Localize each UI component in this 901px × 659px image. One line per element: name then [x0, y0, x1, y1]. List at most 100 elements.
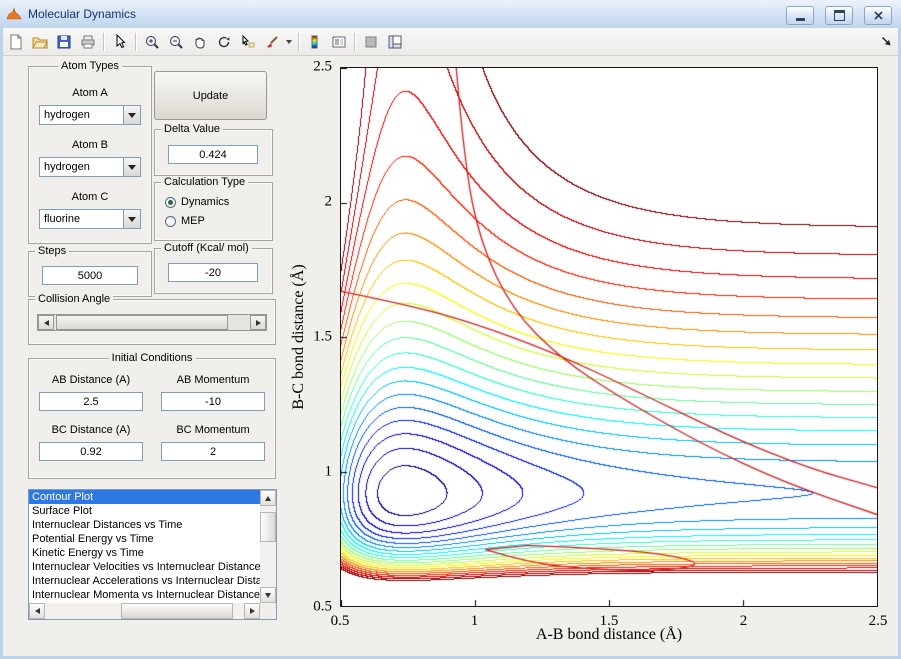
window-title: Molecular Dynamics [28, 7, 136, 21]
list-item[interactable]: Internuclear Distances vs Time [29, 518, 260, 532]
scroll-up-button[interactable] [260, 490, 276, 506]
initial-conditions-group: Initial Conditions AB Distance (A) AB Mo… [28, 358, 276, 479]
insert-legend-button[interactable] [327, 30, 350, 53]
list-item[interactable]: Surface Plot [29, 504, 260, 518]
ab-distance-field[interactable] [39, 392, 143, 411]
arrow-left-icon [44, 320, 49, 326]
chevron-down-icon [286, 40, 292, 44]
cutoff-group: Cutoff (Kcal/ mol) [154, 248, 273, 294]
toolbar-separator [354, 33, 355, 51]
calculation-type-title: Calculation Type [161, 176, 248, 188]
horizontal-scrollbar[interactable] [29, 603, 260, 619]
close-button[interactable] [864, 6, 892, 25]
app-window: Molecular Dynamics [0, 0, 901, 659]
plot-type-listbox[interactable]: Contour PlotSurface PlotInternuclear Dis… [28, 489, 277, 620]
vertical-scrollbar-thumb[interactable] [260, 512, 276, 542]
slider-left-button[interactable] [38, 315, 54, 330]
rotate-icon [216, 34, 232, 50]
colorbar-icon [307, 34, 323, 50]
slider-right-button[interactable] [250, 315, 266, 330]
dock-arrow-icon [881, 36, 892, 47]
mep-radio[interactable]: MEP [165, 215, 205, 227]
bc-distance-field[interactable] [39, 442, 143, 461]
atom-c-dropdown[interactable]: fluorine [39, 209, 141, 229]
update-button[interactable]: Update [154, 71, 267, 120]
atom-types-title: Atom Types [58, 60, 122, 72]
brush-button[interactable] [260, 30, 283, 53]
insert-colorbar-button[interactable] [303, 30, 326, 53]
arrow-up-icon [265, 496, 271, 501]
plot-tools-icon [387, 34, 403, 50]
dock-figure-button[interactable] [878, 33, 894, 49]
horizontal-scrollbar-thumb[interactable] [121, 603, 233, 619]
list-item[interactable]: Potential Energy vs Time [29, 532, 260, 546]
scroll-right-button[interactable] [244, 603, 260, 619]
maximize-button[interactable] [825, 6, 853, 25]
matlab-icon [6, 6, 22, 22]
collision-angle-slider[interactable] [37, 314, 267, 331]
new-file-button[interactable] [4, 30, 27, 53]
dynamics-radio[interactable]: Dynamics [165, 196, 229, 208]
minimize-button[interactable] [786, 6, 814, 25]
arrow-right-icon [250, 608, 255, 614]
x-tick-label: 1.5 [600, 613, 619, 630]
close-icon [874, 11, 883, 20]
steps-field[interactable] [42, 266, 138, 285]
slider-thumb[interactable] [56, 315, 228, 330]
list-item[interactable]: Contour Plot [29, 490, 260, 504]
list-item[interactable]: Internuclear Accelerations vs Internucle… [29, 574, 260, 588]
arrow-down-icon [265, 593, 271, 598]
arrow-left-icon [35, 608, 40, 614]
atom-b-dropdown[interactable]: hydrogen [39, 157, 141, 177]
atom-a-label: Atom A [29, 87, 151, 99]
zoom-out-icon [168, 34, 184, 50]
initial-conditions-title: Initial Conditions [109, 352, 196, 364]
atom-a-dropdown[interactable]: hydrogen [39, 105, 141, 125]
zoom-out-button[interactable] [164, 30, 187, 53]
y-tick-label: 2.5 [313, 59, 332, 76]
plot-tools-button[interactable] [383, 30, 406, 53]
zoom-in-button[interactable] [140, 30, 163, 53]
y-tick-label: 0.5 [313, 599, 332, 616]
scroll-down-button[interactable] [260, 587, 276, 603]
pointer-tool-button[interactable] [108, 30, 131, 53]
data-cursor-icon [240, 34, 256, 50]
rotate-3d-button[interactable] [212, 30, 235, 53]
list-item[interactable]: Internuclear Momenta vs Internuclear Dis… [29, 588, 260, 602]
brush-dropdown-arrow[interactable] [284, 30, 294, 53]
open-folder-icon [32, 34, 48, 50]
maximize-icon [834, 10, 845, 21]
y-axis-label: B-C bond distance (Å) [290, 264, 308, 409]
toolbar [0, 28, 901, 56]
x-tick-label: 1 [471, 613, 479, 630]
scrollbar-corner [260, 603, 276, 619]
chevron-down-icon [128, 113, 136, 118]
mep-radio-label: MEP [181, 215, 205, 227]
dropdown-button [123, 158, 140, 176]
x-tick-label: 2.5 [869, 613, 888, 630]
save-button[interactable] [52, 30, 75, 53]
zoom-in-icon [144, 34, 160, 50]
hide-plot-tools-button[interactable] [359, 30, 382, 53]
list-item[interactable]: Kinetic Energy vs Time [29, 546, 260, 560]
bc-momentum-field[interactable] [161, 442, 265, 461]
cutoff-field[interactable] [168, 263, 258, 282]
hide-plot-tools-icon [363, 34, 379, 50]
open-file-button[interactable] [28, 30, 51, 53]
toolbar-separator [135, 33, 136, 51]
print-button[interactable] [76, 30, 99, 53]
delta-value-title: Delta Value [161, 123, 223, 135]
contour-plot-canvas[interactable] [341, 68, 877, 606]
delta-value-field[interactable] [168, 145, 258, 164]
pan-button[interactable] [188, 30, 211, 53]
atom-c-label: Atom C [29, 191, 151, 203]
window-border [0, 28, 3, 659]
window-controls [786, 6, 892, 25]
scroll-left-button[interactable] [29, 603, 45, 619]
data-cursor-button[interactable] [236, 30, 259, 53]
ab-momentum-field[interactable] [161, 392, 265, 411]
vertical-scrollbar[interactable] [260, 490, 276, 603]
bc-momentum-label: BC Momentum [151, 424, 275, 436]
list-item[interactable]: Internuclear Velocities vs Internuclear … [29, 560, 260, 574]
minimize-icon [796, 18, 805, 21]
